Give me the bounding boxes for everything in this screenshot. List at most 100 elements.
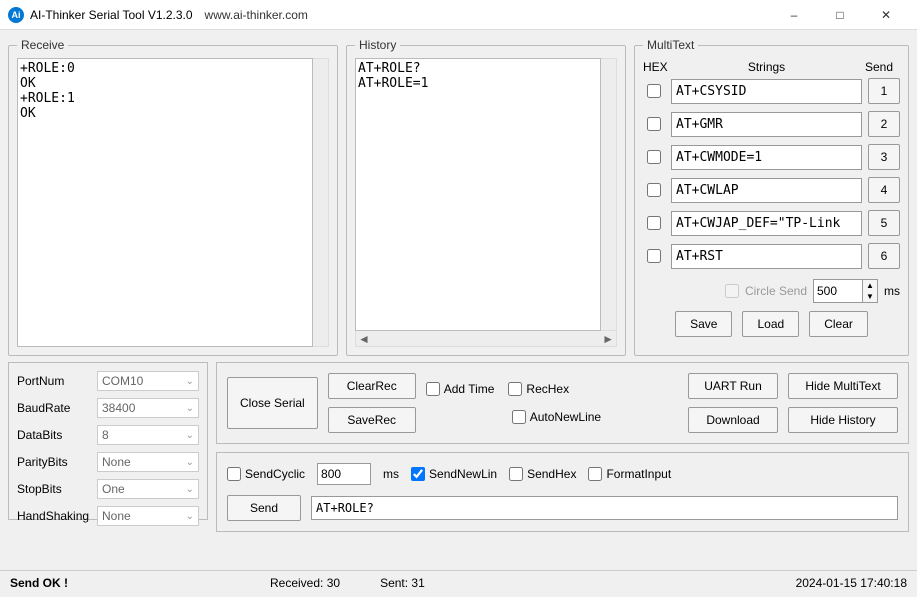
header-hex: HEX [643,60,675,74]
receive-scrollbar[interactable] [313,58,329,347]
hide-history-button[interactable]: Hide History [788,407,898,433]
receive-textarea[interactable]: +ROLE:0 OK +ROLE:1 OK [17,58,313,347]
multitext-string-input[interactable] [671,211,862,236]
history-legend: History [355,38,400,52]
paritybits-label: ParityBits [17,455,93,469]
send-button[interactable]: Send [227,495,301,521]
send-command-input[interactable] [311,496,898,520]
auto-newline-label: AutoNewLine [530,410,601,424]
titlebar: Ai AI-Thinker Serial Tool V1.2.3.0 www.a… [0,0,917,30]
multitext-send-button[interactable]: 4 [868,177,900,203]
multitext-panel: MultiText HEX Strings Send 1 2 3 4 5 6 [634,38,909,356]
send-interval-unit: ms [383,467,399,481]
send-newline-label: SendNewLin [429,467,497,481]
app-icon: Ai [8,7,24,23]
send-newline-checkbox[interactable] [411,467,425,481]
multitext-string-input[interactable] [671,79,862,104]
multitext-row: 5 [643,210,900,236]
status-datetime: 2024-01-15 17:40:18 [796,576,907,590]
minimize-button[interactable]: – [771,0,817,30]
multitext-legend: MultiText [643,38,698,52]
rec-hex-label: RecHex [526,382,569,396]
multitext-header: HEX Strings Send [643,58,900,78]
save-rec-button[interactable]: SaveRec [328,407,416,433]
header-send: Send [858,60,900,74]
history-scrollbar-v[interactable] [601,58,617,331]
status-sent: Sent: 31 [380,576,425,590]
multitext-row: 2 [643,111,900,137]
portnum-select[interactable]: COM10⌄ [97,371,199,391]
multitext-send-button[interactable]: 3 [868,144,900,170]
circle-send-unit: ms [884,284,900,298]
receive-panel: Receive +ROLE:0 OK +ROLE:1 OK [8,38,338,356]
multitext-hex-checkbox[interactable] [647,84,661,98]
multitext-send-button[interactable]: 2 [868,111,900,137]
multitext-row: 4 [643,177,900,203]
uart-run-button[interactable]: UART Run [688,373,778,399]
multitext-hex-checkbox[interactable] [647,117,661,131]
multitext-hex-checkbox[interactable] [647,249,661,263]
baudrate-label: BaudRate [17,401,93,415]
multitext-string-input[interactable] [671,145,862,170]
stopbits-select[interactable]: One⌄ [97,479,199,499]
spin-down-icon[interactable]: ▼ [863,291,877,302]
circle-send-label: Circle Send [745,284,807,298]
header-strings: Strings [675,60,858,74]
format-input-checkbox[interactable] [588,467,602,481]
multitext-send-button[interactable]: 1 [868,78,900,104]
receive-legend: Receive [17,38,68,52]
history-panel: History AT+ROLE? AT+ROLE=1 ◄► [346,38,626,356]
hide-multitext-button[interactable]: Hide MultiText [788,373,898,399]
auto-newline-checkbox[interactable] [512,410,526,424]
multitext-string-input[interactable] [671,178,862,203]
clear-rec-button[interactable]: ClearRec [328,373,416,399]
stopbits-label: StopBits [17,482,93,496]
send-hex-label: SendHex [527,467,576,481]
maximize-button[interactable]: □ [817,0,863,30]
window-url: www.ai-thinker.com [205,8,308,22]
multitext-row: 6 [643,243,900,269]
close-serial-button[interactable]: Close Serial [227,377,318,429]
add-time-label: Add Time [444,382,495,396]
baudrate-select[interactable]: 38400⌄ [97,398,199,418]
window-title: AI-Thinker Serial Tool V1.2.3.0 [30,8,193,22]
multitext-clear-button[interactable]: Clear [809,311,868,337]
databits-select[interactable]: 8⌄ [97,425,199,445]
send-hex-checkbox[interactable] [509,467,523,481]
multitext-string-input[interactable] [671,244,862,269]
send-cyclic-label: SendCyclic [245,467,305,481]
multitext-hex-checkbox[interactable] [647,183,661,197]
multitext-row: 1 [643,78,900,104]
send-cyclic-checkbox[interactable] [227,467,241,481]
status-received: Received: 30 [270,576,340,590]
multitext-string-input[interactable] [671,112,862,137]
send-panel: SendCyclic ms SendNewLin SendHex FormatI… [216,452,909,532]
multitext-load-button[interactable]: Load [742,311,799,337]
download-button[interactable]: Download [688,407,778,433]
handshaking-label: HandShaking [17,509,93,523]
multitext-hex-checkbox[interactable] [647,150,661,164]
databits-label: DataBits [17,428,93,442]
format-input-label: FormatInput [606,467,671,481]
rec-hex-checkbox[interactable] [508,382,522,396]
status-message: Send OK ! [10,576,230,590]
multitext-save-button[interactable]: Save [675,311,732,337]
portnum-label: PortNum [17,374,93,388]
spin-up-icon[interactable]: ▲ [863,280,877,291]
multitext-send-button[interactable]: 5 [868,210,900,236]
send-interval-input[interactable] [317,463,371,485]
history-textarea[interactable]: AT+ROLE? AT+ROLE=1 [355,58,601,331]
circle-send-interval[interactable] [813,279,863,303]
actions-panel: Close Serial ClearRec SaveRec Add Time R… [216,362,909,444]
statusbar: Send OK ! Received: 30 Sent: 31 2024-01-… [0,570,917,594]
handshaking-select[interactable]: None⌄ [97,506,199,526]
multitext-row: 3 [643,144,900,170]
port-panel: PortNumCOM10⌄ BaudRate38400⌄ DataBits8⌄ … [8,362,208,520]
paritybits-select[interactable]: None⌄ [97,452,199,472]
circle-send-checkbox[interactable] [725,284,739,298]
history-scrollbar-h[interactable]: ◄► [355,331,617,347]
multitext-send-button[interactable]: 6 [868,243,900,269]
close-button[interactable]: ✕ [863,0,909,30]
add-time-checkbox[interactable] [426,382,440,396]
multitext-hex-checkbox[interactable] [647,216,661,230]
